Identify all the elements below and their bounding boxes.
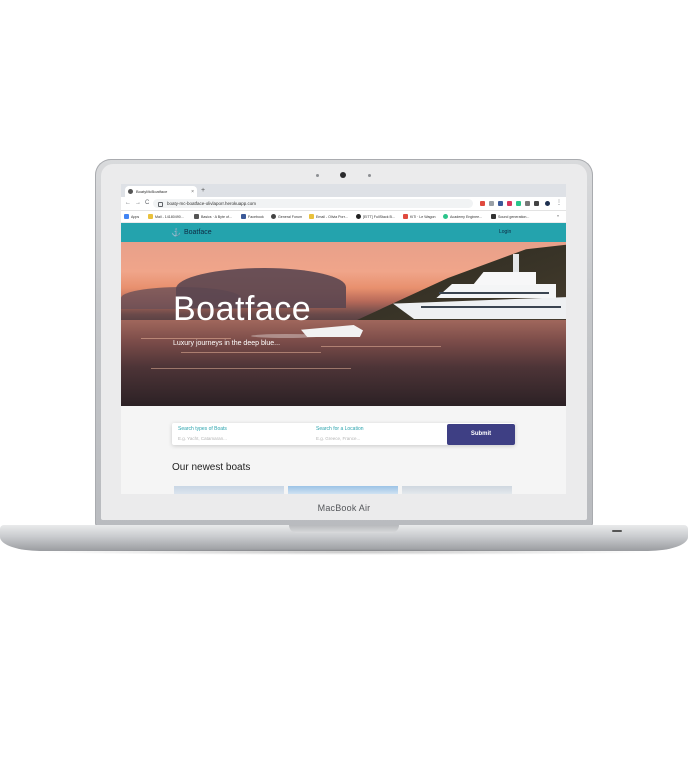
base-shadow [30,549,658,555]
bookmarks-bar: Apps Mail - 14180490... Basics · A Byte … [121,211,566,223]
apps-icon [124,214,129,219]
bookmark-item[interactable]: KiTi · Le Wagon [403,214,436,219]
water-glint [151,368,351,369]
water-glint [181,352,321,353]
screen: BoatyMcBoatface × + ← → C boaty-mc-boatf… [121,184,566,494]
boat-card-image[interactable] [402,486,512,494]
submit-button[interactable]: Submit [447,424,515,445]
bookmark-item[interactable]: Facebook [241,214,264,219]
extension-icon[interactable] [489,201,494,206]
avatar[interactable] [545,201,550,206]
yacht-windows [439,292,549,294]
extension-icon[interactable] [498,201,503,206]
bookmark-item[interactable]: General Forum [271,214,302,219]
facebook-icon [241,214,246,219]
bookmark-item[interactable]: Sound generation... [491,214,529,219]
water-glint [141,338,231,339]
yacht-windows [421,306,561,308]
extensions-puzzle-icon[interactable] [534,201,539,206]
boat-card-image[interactable] [174,486,284,494]
bookmark-item[interactable]: Email - Olivia Porr... [309,214,348,219]
bookmarks-overflow-icon[interactable]: » [557,214,559,218]
extension-icon[interactable] [516,201,521,206]
new-tab-button[interactable]: + [201,186,205,195]
favicon-icon [128,189,133,194]
back-icon[interactable]: ← [125,200,131,207]
login-link[interactable]: Login [499,229,511,235]
bookmark-item[interactable]: Academy Enginee... [443,214,482,219]
github-icon [356,214,361,219]
bookmark-item[interactable]: Basics · A Byte of... [194,214,232,219]
academy-icon [443,214,448,219]
sound-icon [491,214,496,219]
browser-tab[interactable]: BoatyMcBoatface × [125,186,197,197]
extension-icon[interactable] [507,201,512,206]
sensor-dot [316,174,319,177]
browser-tab-strip: BoatyMcBoatface × + [121,184,566,197]
forum-icon [271,214,276,219]
mail-icon [148,214,153,219]
location-label: Search for a Location [316,426,364,432]
reload-icon[interactable]: C [145,200,149,207]
close-icon[interactable]: × [191,189,194,195]
camera [340,172,346,178]
boat-type-field[interactable]: Search types of Boats E.g. Yacht, Catama… [178,426,227,441]
base-notch [289,525,399,533]
forward-icon[interactable]: → [135,200,141,207]
boat-card-image[interactable] [288,486,398,494]
model-label: MacBook Air [317,503,371,513]
browser-toolbar: ← → C boaty-mc-boatface-olivlaporr.herok… [121,197,566,211]
sensor-dot [368,174,371,177]
address-bar[interactable]: boaty-mc-boatface-olivlaporr.herokuapp.c… [153,199,473,208]
site-navbar: ⚓ Boatface Login [121,223,566,242]
location-field[interactable]: Search for a Location E.g. Greece, Franc… [316,426,364,441]
brand-logo[interactable]: ⚓ Boatface [171,228,212,237]
brand-name: Boatface [183,229,212,236]
boat-type-label: Search types of Boats [178,426,227,432]
bookmark-item[interactable]: [EITT] FullStack B... [356,214,395,219]
lock-icon [158,202,163,207]
hero-title: Boatface [173,290,312,328]
newest-boats-heading: Our newest boats [172,462,251,473]
anchor-icon: ⚓ [171,228,181,237]
extension-icon[interactable] [525,201,530,206]
water-glint [321,346,441,347]
location-input[interactable]: E.g. Greece, France... [316,436,364,441]
hero-banner: Boatface Luxury journeys in the deep blu… [121,242,566,406]
bookmark-item[interactable]: Apps [124,214,139,219]
yacht-mast [513,254,519,272]
mail-icon [309,214,314,219]
menu-kebab-icon[interactable]: ⋮ [556,200,562,207]
hero-subtitle: Luxury journeys in the deep blue... [173,340,281,347]
bookmark-item[interactable]: Mail - 14180490... [148,214,184,219]
boat-type-input[interactable]: E.g. Yacht, Catamaran... [178,436,227,441]
lewagon-icon [403,214,408,219]
tab-title: BoatyMcBoatface [136,189,168,194]
power-light [612,530,622,532]
extension-icon[interactable] [480,201,485,206]
book-icon [194,214,199,219]
